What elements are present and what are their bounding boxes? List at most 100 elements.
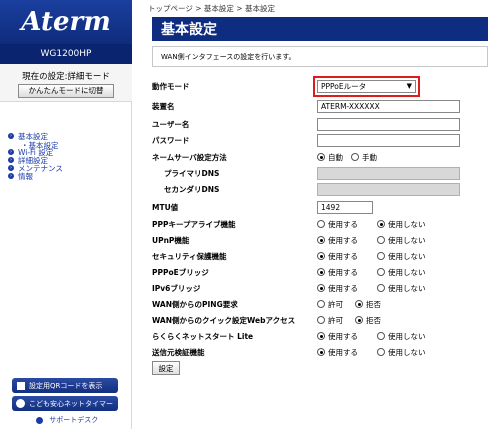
username-input[interactable]	[317, 117, 460, 131]
rakuraku-lite-off-radio[interactable]: 使用しない	[377, 331, 426, 342]
bullet-icon: ›	[8, 173, 14, 179]
ipv6-bridge-label: IPv6ブリッジ	[152, 283, 201, 293]
source-verify-label: 送信元検証機能	[152, 347, 205, 357]
pppoe-bridge-off-radio[interactable]: 使用しない	[377, 267, 426, 278]
logo-text: Aterm	[21, 7, 111, 37]
option-label: 許可	[328, 299, 343, 309]
option-label: 使用する	[328, 283, 358, 293]
radio-off-icon	[377, 252, 385, 260]
breadcrumb[interactable]: トップページ > 基本設定 > 基本設定	[148, 3, 275, 14]
model-name: WG1200HP	[0, 44, 132, 64]
radio-on-icon	[317, 153, 325, 161]
support-desk-link[interactable]: サポートデスク	[36, 415, 98, 425]
support-label: サポートデスク	[49, 416, 99, 424]
row-password: パスワード	[152, 132, 488, 148]
upnp-off-radio[interactable]: 使用しない	[377, 235, 426, 246]
wan-ping-label: WAN側からのPING要求	[152, 299, 238, 309]
bullet-icon: ›	[8, 149, 14, 155]
secondary-dns-label: セカンダリDNS	[164, 184, 220, 194]
qr-code-button[interactable]: 設定用QRコードを表示	[12, 378, 118, 393]
option-label: 使用する	[328, 347, 358, 357]
row-ppp-keepalive: PPPキープアライブ機能 使用する 使用しない	[152, 216, 488, 232]
wan-quick-web-deny-radio[interactable]: 拒否	[355, 315, 381, 326]
radio-off-icon	[377, 236, 385, 244]
row-username: ユーザー名	[152, 116, 488, 132]
radio-off-icon	[377, 348, 385, 356]
row-source-verify: 送信元検証機能 使用する 使用しない	[152, 344, 488, 360]
submit-button[interactable]: 設定	[152, 361, 180, 375]
dns-auto-radio[interactable]: 自動	[317, 152, 343, 163]
sidebar: Aterm WG1200HP 現在の設定:詳細モード かんたんモードに切替 › …	[0, 0, 132, 429]
radio-on-icon	[317, 252, 325, 260]
main-content: トップページ > 基本設定 > 基本設定 基本設定 WAN側インタフェースの設定…	[148, 0, 500, 429]
kids-timer-button[interactable]: こども安心ネットタイマー	[12, 396, 118, 411]
option-label: 使用する	[328, 251, 358, 261]
option-label: 使用する	[328, 219, 358, 229]
radio-on-icon	[317, 284, 325, 292]
mtu-label: MTU値	[152, 202, 179, 212]
source-verify-off-radio[interactable]: 使用しない	[377, 347, 426, 358]
row-security: セキュリティ保護機能 使用する 使用しない	[152, 248, 488, 264]
dns-auto-label: 自動	[328, 152, 343, 162]
support-icon	[36, 416, 43, 424]
source-verify-on-radio[interactable]: 使用する	[317, 347, 369, 358]
option-label: 許可	[328, 315, 343, 325]
dns-manual-radio[interactable]: 手動	[351, 152, 377, 163]
username-label: ユーザー名	[152, 119, 190, 129]
mode-select[interactable]: PPPoEルータ ▼	[317, 79, 416, 93]
sidebar-menu: › 基本設定 ・基本設定 › Wi-Fi 設定 › 詳細設定 › メンテナンス …	[8, 132, 63, 181]
primary-dns-input	[317, 166, 460, 180]
secondary-dns-input	[317, 182, 460, 196]
wan-quick-web-label: WAN側からのクイック設定Webアクセス	[152, 315, 296, 325]
option-label: 拒否	[366, 299, 381, 309]
ipv6-bridge-off-radio[interactable]: 使用しない	[377, 283, 426, 294]
device-name-label: 装置名	[152, 101, 175, 111]
security-label: セキュリティ保護機能	[152, 251, 227, 261]
mode-select-value: PPPoEルータ	[321, 81, 367, 91]
row-mtu: MTU値 1492	[152, 199, 488, 215]
radio-off-icon	[351, 153, 359, 161]
switch-easy-mode-button[interactable]: かんたんモードに切替	[18, 84, 114, 98]
row-secondary-dns: セカンダリDNS	[152, 181, 488, 197]
primary-dns-label: プライマリDNS	[164, 168, 220, 178]
dns-manual-label: 手動	[362, 152, 377, 162]
security-off-radio[interactable]: 使用しない	[377, 251, 426, 262]
row-ipv6-bridge: IPv6ブリッジ 使用する 使用しない	[152, 280, 488, 296]
security-on-radio[interactable]: 使用する	[317, 251, 369, 262]
sidebar-item-basic[interactable]: › 基本設定	[8, 132, 63, 141]
bullet-icon: ›	[8, 165, 14, 171]
page-description: WAN側インタフェースの設定を行います。	[152, 46, 488, 67]
ppp-keepalive-off-radio[interactable]: 使用しない	[377, 219, 426, 230]
option-label: 使用しない	[388, 331, 426, 341]
option-label: 使用しない	[388, 283, 426, 293]
wan-ping-allow-radio[interactable]: 許可	[317, 299, 347, 310]
sidebar-item-label: 情報	[18, 171, 33, 181]
mtu-input[interactable]: 1492	[317, 200, 373, 214]
option-label: 使用する	[328, 267, 358, 277]
radio-off-icon	[317, 316, 325, 324]
radio-on-icon	[317, 332, 325, 340]
pppoe-bridge-on-radio[interactable]: 使用する	[317, 267, 369, 278]
ipv6-bridge-on-radio[interactable]: 使用する	[317, 283, 369, 294]
sidebar-item-maintenance[interactable]: › メンテナンス	[8, 164, 63, 173]
qr-code-label: 設定用QRコードを表示	[29, 381, 103, 390]
option-label: 使用しない	[388, 251, 426, 261]
mode-label: 動作モード	[152, 81, 190, 91]
wan-quick-web-allow-radio[interactable]: 許可	[317, 315, 347, 326]
current-mode-text: 現在の設定:詳細モード	[22, 72, 110, 82]
upnp-on-radio[interactable]: 使用する	[317, 235, 369, 246]
option-label: 使用しない	[388, 219, 426, 229]
pppoe-bridge-label: PPPoEブリッジ	[152, 267, 209, 277]
radio-on-icon	[355, 300, 363, 308]
row-device-name: 装置名 ATERM-XXXXXX	[152, 98, 488, 114]
ppp-keepalive-on-radio[interactable]: 使用する	[317, 219, 369, 230]
wan-ping-deny-radio[interactable]: 拒否	[355, 299, 381, 310]
password-input[interactable]	[317, 133, 460, 147]
option-label: 使用しない	[388, 267, 426, 277]
option-label: 使用する	[328, 235, 358, 245]
rakuraku-lite-on-radio[interactable]: 使用する	[317, 331, 369, 342]
radio-on-icon	[377, 220, 385, 228]
aterm-logo: Aterm	[0, 0, 132, 44]
device-name-input[interactable]: ATERM-XXXXXX	[317, 99, 460, 113]
bullet-icon: ›	[8, 133, 14, 139]
